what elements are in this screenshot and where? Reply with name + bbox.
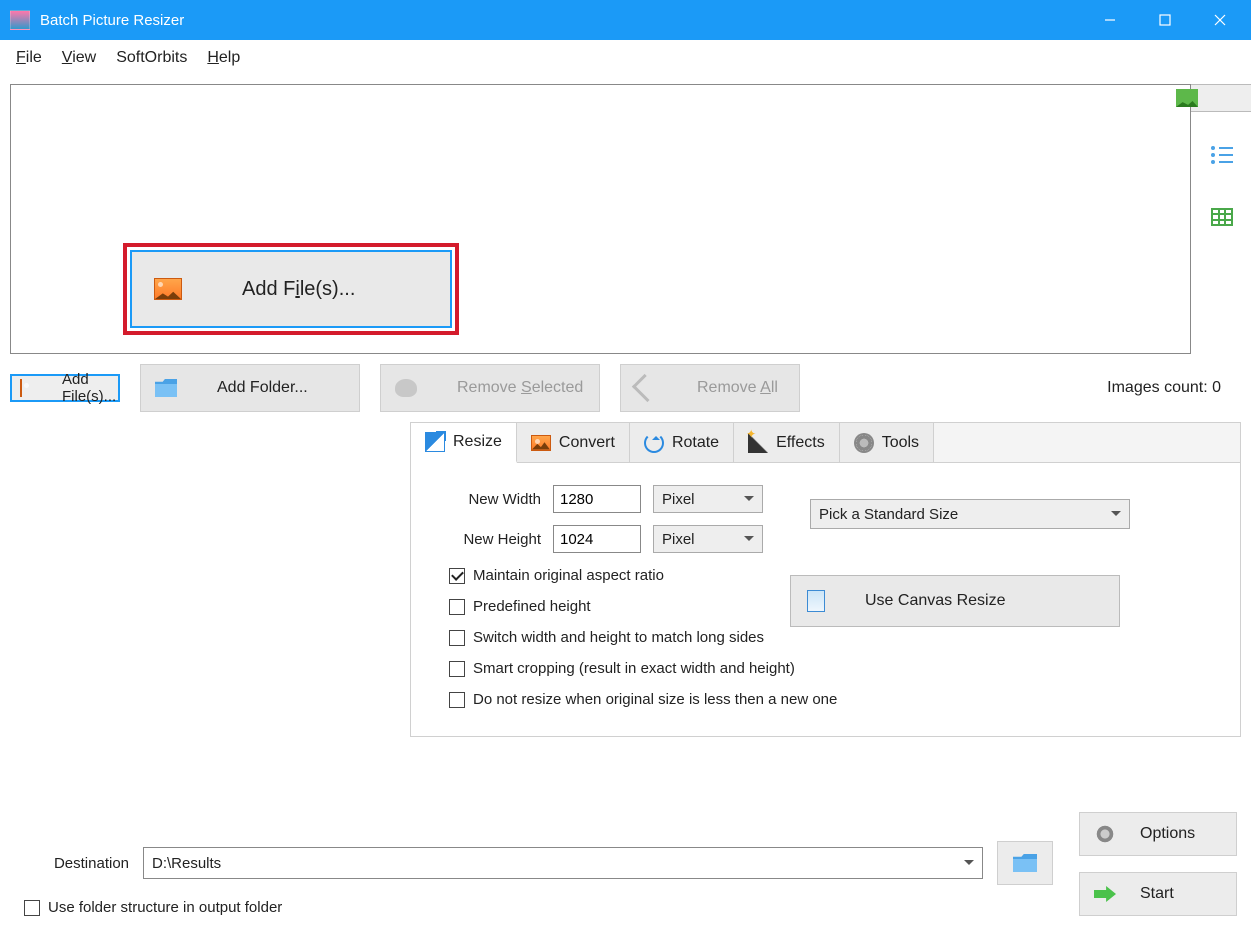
height-unit-select[interactable]: Pixel [653,525,763,553]
new-height-input[interactable] [553,525,641,553]
chevron-down-icon [1111,511,1121,521]
view-mode-strip [1203,84,1241,354]
minimize-button[interactable] [1082,0,1137,40]
list-icon [1211,146,1233,164]
add-folder-label: Add Folder... [217,379,308,397]
canvas-icon [807,590,825,612]
standard-size-wrap: Pick a Standard Size [810,499,1130,529]
new-height-label: New Height [441,531,541,548]
menu-view[interactable]: View [52,45,106,71]
checkbox-icon [449,630,465,646]
arrow-right-icon [1094,886,1116,902]
destination-row: Destination D:\Results [14,841,1237,885]
picture-icon [531,435,551,451]
rotate-icon [644,433,664,453]
canvas-resize-button[interactable]: Use Canvas Resize [790,575,1120,627]
tab-rotate[interactable]: Rotate [630,423,734,462]
view-list-button[interactable] [1203,136,1241,174]
app-icon [10,10,30,30]
destination-label: Destination [14,855,129,872]
tabstrip: Resize Convert Rotate Effects Tools [411,423,1240,463]
smart-cropping-row[interactable]: Smart cropping (result in exact width an… [449,660,1220,677]
destination-value: D:\Results [152,855,221,872]
view-grid-button[interactable] [1203,198,1241,236]
new-width-input[interactable] [553,485,641,513]
gear-icon [854,433,874,453]
remove-selected-button[interactable]: Remove Selected [380,364,600,412]
checkbox-icon [449,692,465,708]
settings-panel: Resize Convert Rotate Effects Tools New … [410,422,1241,737]
remove-all-button[interactable]: Remove All [620,364,800,412]
resize-tab-body: New Width Pixel New Height Pixel Pick a … [411,463,1240,736]
folder-icon [155,379,177,397]
add-folder-button[interactable]: Add Folder... [140,364,360,412]
preview-area[interactable]: Add File(s)... [10,84,1191,354]
grid-icon [1211,208,1233,226]
chevron-down-icon [744,536,754,546]
images-count-label: Images count: 0 [1107,379,1221,397]
use-folder-structure-row[interactable]: Use folder structure in output folder [24,899,1237,916]
add-file-button[interactable]: Add File(s)... [10,374,120,402]
gear-icon [1094,823,1116,845]
switch-wh-row[interactable]: Switch width and height to match long si… [449,629,1220,646]
maximize-button[interactable] [1137,0,1192,40]
tab-convert[interactable]: Convert [517,423,630,462]
menu-softorbits[interactable]: SoftOrbits [106,45,197,71]
checkbox-icon [449,599,465,615]
standard-size-select[interactable]: Pick a Standard Size [810,499,1130,529]
start-button[interactable]: Start [1079,872,1237,916]
tab-resize[interactable]: Resize [411,423,517,463]
chevron-down-icon [964,860,974,870]
no-upscale-row[interactable]: Do not resize when original size is less… [449,691,1220,708]
chevron-down-icon [744,496,754,506]
browse-button[interactable] [997,841,1053,885]
checkbox-icon [449,661,465,677]
checkbox-icon [24,900,40,916]
checkbox-icon [449,568,465,584]
picture-icon [20,379,22,397]
tab-tools[interactable]: Tools [840,423,934,462]
options-button[interactable]: Options [1079,812,1237,856]
menu-help[interactable]: Help [197,45,250,71]
width-unit-select[interactable]: Pixel [653,485,763,513]
close-button[interactable] [1192,0,1247,40]
thumbnails-icon [1176,89,1198,107]
titlebar: Batch Picture Resizer [0,0,1251,40]
window-title: Batch Picture Resizer [40,12,184,29]
menu-file[interactable]: File [6,45,52,71]
folder-icon [1013,854,1037,872]
resize-icon [425,432,445,452]
file-toolbar: Add File(s)... Add Folder... Remove Sele… [0,354,1251,412]
back-icon [632,374,660,402]
wand-icon [748,433,768,453]
tab-effects[interactable]: Effects [734,423,840,462]
destination-combo[interactable]: D:\Results [143,847,983,879]
menubar: File View SoftOrbits Help [0,40,1251,76]
add-file-label: Add File(s)... [62,371,116,405]
add-file-big-button[interactable]: Add File(s)... [130,250,452,328]
picture-icon [154,278,182,300]
eraser-icon [395,379,417,397]
new-width-label: New Width [441,491,541,508]
add-file-highlight: Add File(s)... [123,243,459,335]
